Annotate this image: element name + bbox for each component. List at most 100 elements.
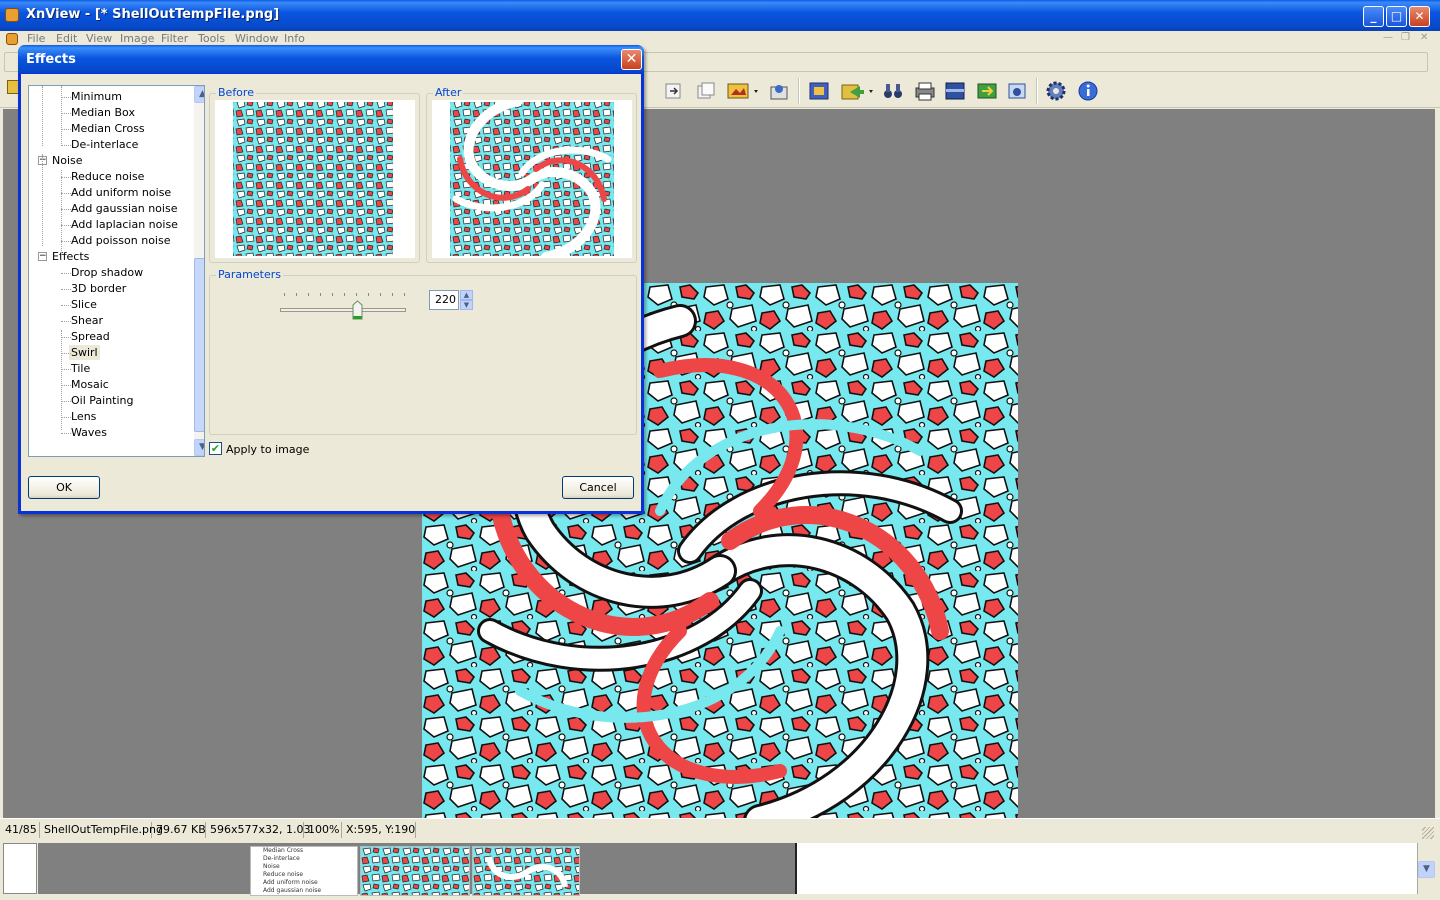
tree-scrollbar[interactable]: ▲ ▼ bbox=[194, 86, 204, 456]
print-icon[interactable] bbox=[914, 80, 938, 102]
tree-connector bbox=[61, 417, 71, 418]
slideshow-icon[interactable] bbox=[726, 80, 758, 102]
swirl-slider-track[interactable] bbox=[280, 308, 406, 312]
scroll-down-icon[interactable]: ▼ bbox=[194, 439, 204, 456]
tree-item[interactable]: Tile bbox=[69, 361, 92, 376]
tree-connector bbox=[61, 129, 71, 130]
thumb-line: Noise bbox=[263, 863, 280, 870]
thumbnail-original[interactable] bbox=[360, 846, 470, 896]
tree-item[interactable]: Oil Painting bbox=[69, 393, 136, 408]
menu-image[interactable]: Image bbox=[120, 32, 154, 45]
apply-to-image-checkbox[interactable]: ✔ bbox=[209, 442, 222, 455]
menu-info[interactable]: Info bbox=[284, 32, 305, 45]
toolbar-separator bbox=[798, 78, 800, 104]
tree-connector bbox=[61, 113, 71, 114]
status-bar: 41/85 ShellOutTempFile.png 79.67 KB 596x… bbox=[0, 818, 1440, 840]
tree-item[interactable]: Shear bbox=[69, 313, 105, 328]
scanner-icon[interactable] bbox=[944, 80, 968, 102]
find-binoculars-icon[interactable] bbox=[882, 80, 906, 102]
cancel-button[interactable]: Cancel bbox=[562, 476, 634, 499]
resize-grip-icon[interactable] bbox=[1422, 827, 1434, 839]
tree-item[interactable]: Minimum bbox=[69, 89, 124, 104]
tree-item[interactable]: Waves bbox=[69, 425, 109, 440]
tree-connector bbox=[61, 241, 71, 242]
status-dimensions: 596x577x32, 1.03 bbox=[210, 822, 311, 838]
settings-gear-icon[interactable] bbox=[1045, 80, 1069, 102]
tree-item[interactable]: Swirl bbox=[69, 345, 100, 360]
thumbnail-swirled[interactable] bbox=[472, 846, 580, 896]
document-icon[interactable] bbox=[6, 33, 18, 45]
thumbnail-effects-dialog[interactable]: Median Cross De-interlace Noise Reduce n… bbox=[250, 846, 358, 896]
image-properties-icon[interactable] bbox=[768, 80, 792, 102]
tree-item[interactable]: Noise bbox=[50, 153, 85, 168]
filmstrip[interactable]: Median Cross De-interlace Noise Reduce n… bbox=[0, 840, 1440, 900]
ok-button[interactable]: OK bbox=[28, 476, 100, 499]
dialog-title: Effects bbox=[26, 52, 76, 67]
swirl-slider-thumb[interactable] bbox=[352, 300, 363, 320]
tree-connector bbox=[61, 321, 71, 322]
tree-item[interactable]: Reduce noise bbox=[69, 169, 146, 184]
filmstrip-scroll-down-icon[interactable]: ▼ bbox=[1418, 861, 1435, 878]
thumb-line: Reduce noise bbox=[263, 871, 304, 878]
menu-window[interactable]: Window bbox=[235, 32, 278, 45]
rotate-right-icon[interactable] bbox=[694, 80, 718, 102]
tree-item[interactable]: Spread bbox=[69, 329, 112, 344]
tree-connector bbox=[61, 193, 71, 194]
menu-tools[interactable]: Tools bbox=[198, 32, 225, 45]
tree-item[interactable]: Mosaic bbox=[69, 377, 111, 392]
xnview-app-icon[interactable] bbox=[5, 8, 19, 22]
tree-item[interactable]: Median Box bbox=[69, 105, 137, 120]
mdi-close-icon[interactable]: ✕ bbox=[1420, 32, 1428, 43]
tree-collapse-icon[interactable]: − bbox=[38, 252, 47, 261]
mdi-restore-icon[interactable]: ❐ bbox=[1401, 32, 1410, 43]
tree-item[interactable]: Drop shadow bbox=[69, 265, 145, 280]
slider-tick bbox=[320, 293, 321, 296]
capture-icon[interactable] bbox=[1006, 80, 1030, 102]
tree-item[interactable]: Add uniform noise bbox=[69, 185, 173, 200]
close-button[interactable]: ✕ bbox=[1409, 6, 1430, 27]
swirl-spinner[interactable]: ▲ ▼ bbox=[460, 290, 473, 310]
effects-dialog: Effects ✕ Minimum Median Box Median Cross D… bbox=[18, 45, 644, 514]
minimize-button[interactable]: _ bbox=[1363, 6, 1384, 27]
mdi-minimize-icon[interactable]: — bbox=[1383, 32, 1393, 43]
tree-item[interactable]: Lens bbox=[69, 409, 98, 424]
menu-file[interactable]: File bbox=[27, 32, 45, 45]
tree-item[interactable]: De-interlace bbox=[69, 137, 140, 152]
effects-tree[interactable]: Minimum Median Box Median Cross De-interlac… bbox=[28, 85, 205, 457]
tree-item[interactable]: Effects bbox=[50, 249, 91, 264]
tree-item[interactable]: Add poisson noise bbox=[69, 233, 172, 248]
tree-item[interactable]: Add gaussian noise bbox=[69, 201, 179, 216]
scroll-thumb[interactable] bbox=[194, 258, 204, 432]
wallpaper-icon[interactable] bbox=[976, 80, 1000, 102]
thumb-line: De-interlace bbox=[263, 855, 300, 862]
before-group: Before bbox=[209, 86, 420, 263]
export-icon[interactable] bbox=[840, 80, 873, 102]
tree-connector bbox=[61, 385, 71, 386]
menu-edit[interactable]: Edit bbox=[56, 32, 77, 45]
maximize-button[interactable]: □ bbox=[1386, 6, 1407, 27]
tree-line bbox=[42, 154, 43, 246]
info-icon[interactable] bbox=[1077, 80, 1101, 102]
before-label: Before bbox=[216, 86, 256, 99]
filmstrip-scrollbar[interactable]: ▼ bbox=[1417, 843, 1435, 894]
slider-tick bbox=[380, 293, 381, 296]
tree-connector bbox=[61, 209, 71, 210]
dialog-close-button[interactable]: ✕ bbox=[621, 49, 642, 70]
tree-item[interactable]: Median Cross bbox=[69, 121, 147, 136]
after-group: After bbox=[426, 86, 637, 263]
menu-view[interactable]: View bbox=[86, 32, 112, 45]
filmstrip-right-pane bbox=[795, 843, 1417, 894]
tree-item[interactable]: Slice bbox=[69, 297, 99, 312]
slider-tick bbox=[308, 293, 309, 296]
tree-connector bbox=[61, 273, 71, 274]
spin-up-icon[interactable]: ▲ bbox=[460, 290, 473, 300]
scroll-up-icon[interactable]: ▲ bbox=[194, 86, 204, 103]
tree-item[interactable]: Add laplacian noise bbox=[69, 217, 180, 232]
rotate-left-icon[interactable] bbox=[662, 80, 686, 102]
spin-down-icon[interactable]: ▼ bbox=[460, 300, 473, 310]
fit-image-icon[interactable] bbox=[808, 80, 832, 102]
tree-item[interactable]: 3D border bbox=[69, 281, 128, 296]
swirl-value-input[interactable]: 220 bbox=[429, 290, 459, 310]
apply-to-image-label: Apply to image bbox=[226, 443, 310, 456]
menu-filter[interactable]: Filter bbox=[161, 32, 188, 45]
